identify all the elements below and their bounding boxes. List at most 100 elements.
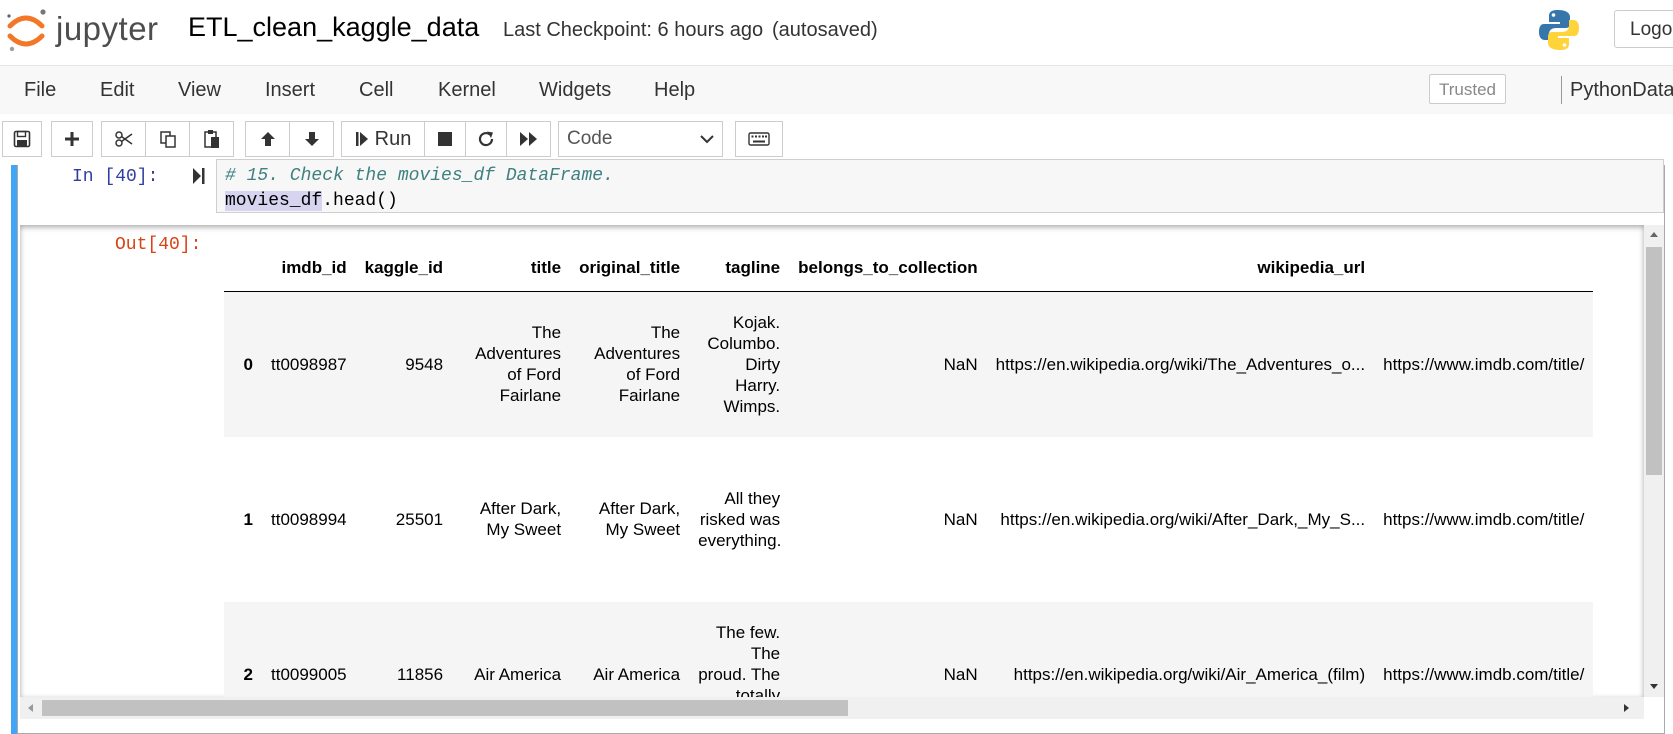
- cell-kaggle-id: 11856: [355, 601, 453, 697]
- python-logo-icon: [1539, 10, 1579, 50]
- column-header: title: [452, 245, 571, 292]
- chevron-down-icon: [700, 135, 714, 144]
- paste-button[interactable]: [189, 121, 234, 157]
- insert-cell-button[interactable]: [51, 121, 93, 157]
- kernel-separator: [1561, 76, 1562, 104]
- scroll-down-arrow-icon[interactable]: [1649, 683, 1659, 691]
- run-label: Run: [374, 127, 412, 150]
- column-header: belongs_to_collection: [789, 245, 987, 292]
- cell-collection: NaN: [789, 601, 987, 697]
- restart-icon: [478, 131, 494, 147]
- cell-imdb-link: https://www.imdb.com/title/: [1383, 509, 1585, 529]
- table-row: 2 tt0099005 11856 Air America Air Americ…: [224, 601, 1594, 697]
- restart-run-all-button[interactable]: [506, 121, 551, 157]
- cell-tagline: Kojak. Columbo. Dirty Harry. Wimps.: [689, 291, 790, 437]
- command-palette-button[interactable]: [735, 121, 783, 157]
- save-icon: [13, 130, 31, 148]
- table-row: 1 tt0098994 25501 After Dark, My Sweet A…: [224, 437, 1593, 602]
- cell-tagline: The few. The proud. The totally insane.: [689, 601, 790, 697]
- scroll-left-arrow-icon[interactable]: [26, 703, 34, 713]
- copy-button[interactable]: [145, 121, 190, 157]
- cell-wikipedia-url: https://en.wikipedia.org/wiki/The_Advent…: [986, 291, 1375, 437]
- cell-imdb-link: https://www.imdb.com/title/: [1374, 601, 1594, 697]
- cell-title: The Adventures of Ford Fairlane: [452, 291, 571, 437]
- cell-imdb-id: tt0099005: [262, 601, 356, 697]
- kernel-name[interactable]: PythonData: [1570, 79, 1673, 102]
- horizontal-scrollbar[interactable]: [20, 697, 1644, 719]
- keyboard-icon: [748, 132, 770, 146]
- notebook-title[interactable]: ETL_clean_kaggle_data: [188, 12, 479, 43]
- autosave-status: (autosaved): [772, 19, 878, 41]
- checkpoint-status: Last Checkpoint: 6 hours ago: [503, 19, 764, 41]
- paste-icon: [203, 130, 219, 148]
- cell-kaggle-id: 9548: [355, 291, 453, 437]
- row-index: 2: [224, 601, 262, 697]
- cell-kaggle-id: 25501: [395, 509, 444, 529]
- menu-kernel[interactable]: Kernel: [438, 79, 496, 102]
- column-header: tagline: [689, 245, 790, 292]
- cell-title: Air America: [452, 601, 571, 697]
- copy-icon: [159, 131, 176, 148]
- menu-edit[interactable]: Edit: [100, 79, 134, 102]
- column-header: original_title: [570, 245, 690, 292]
- output-viewport: imdb_id kaggle_id title original_title t…: [0, 165, 1644, 697]
- column-header: kaggle_id: [355, 245, 453, 292]
- jupyter-logo[interactable]: jupyter: [6, 4, 166, 54]
- vertical-scrollbar[interactable]: [1644, 225, 1664, 697]
- cell-collection: NaN: [943, 509, 978, 529]
- cell-original-title: Air America: [570, 601, 690, 697]
- cut-button[interactable]: [101, 121, 146, 157]
- notebook-header: jupyter ETL_clean_kaggle_data Last Check…: [0, 0, 1673, 64]
- cell-original-title: The Adventures of Ford Fairlane: [570, 291, 690, 437]
- menu-file[interactable]: File: [24, 79, 56, 102]
- horizontal-scrollbar-thumb[interactable]: [42, 700, 848, 716]
- cell-type-value: Code: [567, 128, 613, 149]
- step-forward-icon: [355, 132, 368, 146]
- cell-imdb-id: tt0098994: [271, 509, 347, 529]
- dataframe-table: imdb_id kaggle_id title original_title t…: [224, 245, 1594, 697]
- cell-tagline: All they risked was everything.: [698, 488, 782, 550]
- jupyter-logo-icon: [7, 9, 46, 52]
- plus-icon: [65, 132, 79, 146]
- row-index: 0: [224, 291, 262, 437]
- stop-icon: [438, 132, 452, 146]
- cell-collection: NaN: [789, 291, 987, 437]
- move-up-button[interactable]: [245, 121, 290, 157]
- cell-imdb-link: https://www.imdb.com/title/: [1374, 291, 1594, 437]
- column-header-index: [224, 245, 262, 292]
- menu-widgets[interactable]: Widgets: [539, 79, 611, 102]
- save-button[interactable]: [2, 121, 42, 157]
- vertical-scrollbar-thumb[interactable]: [1646, 247, 1662, 475]
- notebook-container: In [40]: # 15. Check the movies_df DataF…: [0, 159, 1673, 734]
- menu-help[interactable]: Help: [654, 79, 695, 102]
- column-header: [1374, 245, 1594, 292]
- cell-wikipedia-url: https://en.wikipedia.org/wiki/Air_Americ…: [986, 601, 1375, 697]
- cell-type-select[interactable]: Code: [558, 121, 723, 157]
- scroll-up-arrow-icon[interactable]: [1649, 230, 1659, 238]
- cell-imdb-id: tt0098987: [262, 291, 356, 437]
- interrupt-button[interactable]: [424, 121, 466, 157]
- cell-title: After Dark, My Sweet: [479, 499, 562, 539]
- cell-original-title: After Dark, My Sweet: [598, 499, 681, 539]
- arrow-down-icon: [304, 132, 319, 146]
- menu-cell[interactable]: Cell: [359, 79, 393, 102]
- trusted-indicator[interactable]: Trusted: [1429, 74, 1506, 104]
- table-header-row: imdb_id kaggle_id title original_title t…: [224, 245, 1594, 292]
- table-row: 0 tt0098987 9548 The Adventures of Ford …: [224, 291, 1594, 437]
- arrow-up-icon: [260, 132, 275, 146]
- move-down-button[interactable]: [289, 121, 334, 157]
- column-header: imdb_id: [262, 245, 356, 292]
- toolbar: Run Code: [0, 114, 1673, 164]
- fast-forward-icon: [519, 132, 537, 146]
- logout-button[interactable]: Logout: [1614, 10, 1673, 48]
- row-index: 1: [243, 509, 253, 529]
- run-button[interactable]: Run: [341, 121, 425, 157]
- menu-insert[interactable]: Insert: [265, 79, 315, 102]
- cell-wikipedia-url: https://en.wikipedia.org/wiki/After_Dark…: [1000, 509, 1366, 529]
- scissors-icon: [114, 131, 132, 147]
- restart-kernel-button[interactable]: [465, 121, 507, 157]
- scroll-right-arrow-icon[interactable]: [1623, 703, 1631, 713]
- menubar: File Edit View Insert Cell Kernel Widget…: [0, 65, 1673, 115]
- jupyter-logo-text: jupyter: [56, 10, 159, 47]
- menu-view[interactable]: View: [178, 79, 221, 102]
